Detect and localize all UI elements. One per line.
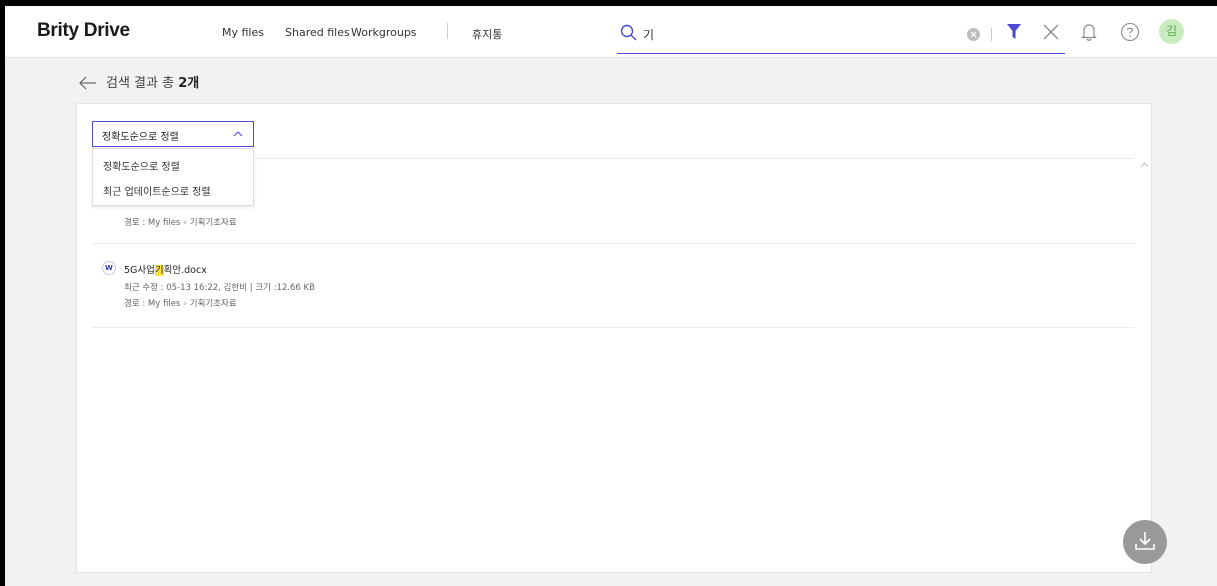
app-window: Brity Drive My files Shared files Workgr…: [5, 6, 1217, 586]
results-prefix: 검색 결과 총: [106, 76, 179, 91]
sort-select[interactable]: 정확도순으로 정렬: [92, 121, 254, 147]
file-meta: 최근 수정 : 05-13 16:22, 김한비 | 크기 :12.66 KB: [124, 283, 315, 293]
file-path-folder[interactable]: 기획기초자료: [190, 218, 237, 228]
clear-icon[interactable]: [967, 28, 980, 41]
sort-dropdown: 정확도순으로 정렬 최근 업데이트순으로 정렬: [92, 148, 254, 206]
file-path-label: 경로 :: [124, 299, 148, 309]
results-count: 2개: [178, 76, 200, 91]
nav-shared-files[interactable]: Shared files: [285, 26, 350, 39]
top-header: Brity Drive My files Shared files Workgr…: [5, 6, 1217, 58]
chevron-up-icon: [233, 131, 243, 137]
file-name[interactable]: 5G사업기획안.docx: [124, 262, 207, 276]
sort-select-value: 정확도순으로 정렬: [102, 132, 179, 143]
close-icon[interactable]: [1043, 24, 1059, 40]
file-name-after: 획안.docx: [163, 265, 207, 276]
path-separator-icon: ›: [183, 218, 187, 228]
file-path-label: 경로 :: [124, 218, 148, 228]
download-icon: [1135, 532, 1155, 550]
nav-my-files[interactable]: My files: [222, 26, 264, 39]
filter-icon[interactable]: [1006, 23, 1022, 41]
file-path-folder[interactable]: 기획기초자료: [190, 299, 237, 309]
bell-icon[interactable]: [1080, 22, 1098, 42]
path-separator-icon: ›: [183, 299, 187, 309]
file-name-highlight: 기: [154, 265, 164, 276]
file-content: W 5G사업기획안.docx 최근 수정 : 05-13 16:22, 김한비 …: [92, 261, 1134, 321]
file-path: 경로 : My files › 기획기초자료: [124, 297, 237, 309]
list-item[interactable]: W 5G사업기획안.docx 최근 수정 : 05-13 16:22, 김한비 …: [92, 244, 1134, 328]
sort-option-recent[interactable]: 최근 업데이트순으로 정렬: [103, 183, 211, 198]
app-logo[interactable]: Brity Drive: [37, 20, 130, 42]
nav-workgroups[interactable]: Workgroups: [351, 26, 417, 39]
file-name-before: 5G사업: [124, 265, 155, 276]
search-icon[interactable]: [619, 23, 639, 43]
results-title: 검색 결과 총 2개: [106, 72, 199, 91]
file-path-root[interactable]: My files: [148, 299, 180, 309]
row-divider: [92, 327, 1134, 328]
search-input[interactable]: [643, 24, 943, 44]
nav-trash[interactable]: 휴지통: [472, 26, 502, 42]
download-button[interactable]: [1123, 520, 1167, 564]
avatar[interactable]: 김: [1159, 19, 1184, 44]
file-path-root[interactable]: My files: [148, 218, 180, 228]
nav-divider: [447, 23, 448, 39]
search-bar: [617, 16, 1065, 54]
help-icon[interactable]: [1120, 22, 1140, 42]
file-path: 경로 : My files › 기획기초자료: [124, 216, 237, 228]
arrow-left-icon[interactable]: [79, 76, 97, 90]
header-divider: [991, 28, 992, 41]
sort-option-accuracy[interactable]: 정확도순으로 정렬: [103, 158, 180, 173]
scroll-up-icon[interactable]: [1140, 162, 1149, 168]
word-file-icon: W: [102, 261, 116, 275]
results-panel: 정확도순으로 정렬 정확도순으로 정렬 최근 업데이트순으로 정렬 경로 : M…: [76, 103, 1152, 573]
